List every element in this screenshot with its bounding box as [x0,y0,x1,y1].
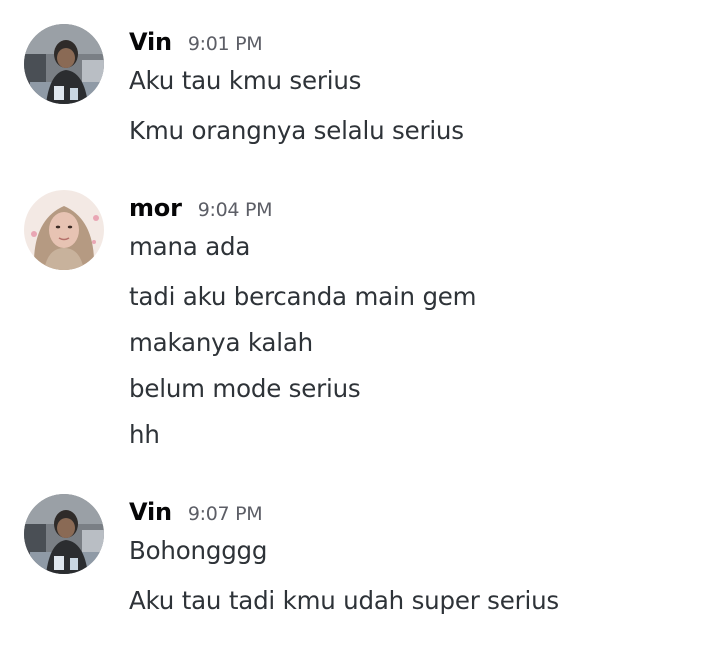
message-text: Aku tau tadi kmu udah super serius [129,586,559,615]
message-text: Bohongggg [129,536,268,565]
message-text: Kmu orangnya selalu serius [129,116,464,145]
username[interactable]: mor [129,194,182,222]
message-text: belum mode serius [129,374,361,403]
username[interactable]: Vin [129,28,172,56]
timestamp[interactable]: 9:07 PM [188,503,263,525]
avatar[interactable] [24,190,104,270]
message-text: hh [129,420,160,449]
message-text: makanya kalah [129,328,313,357]
timestamp[interactable]: 9:01 PM [188,33,263,55]
message-text: tadi aku bercanda main gem [129,282,477,311]
message-text: Aku tau kmu serius [129,66,362,95]
username[interactable]: Vin [129,498,172,526]
message-text: mana ada [129,232,251,261]
timestamp[interactable]: 9:04 PM [198,199,273,221]
message-header: mor 9:04 PM [129,194,273,224]
message-header: Vin 9:07 PM [129,498,263,528]
message-header: Vin 9:01 PM [129,28,263,58]
avatar[interactable] [24,494,104,574]
avatar[interactable] [24,24,104,104]
